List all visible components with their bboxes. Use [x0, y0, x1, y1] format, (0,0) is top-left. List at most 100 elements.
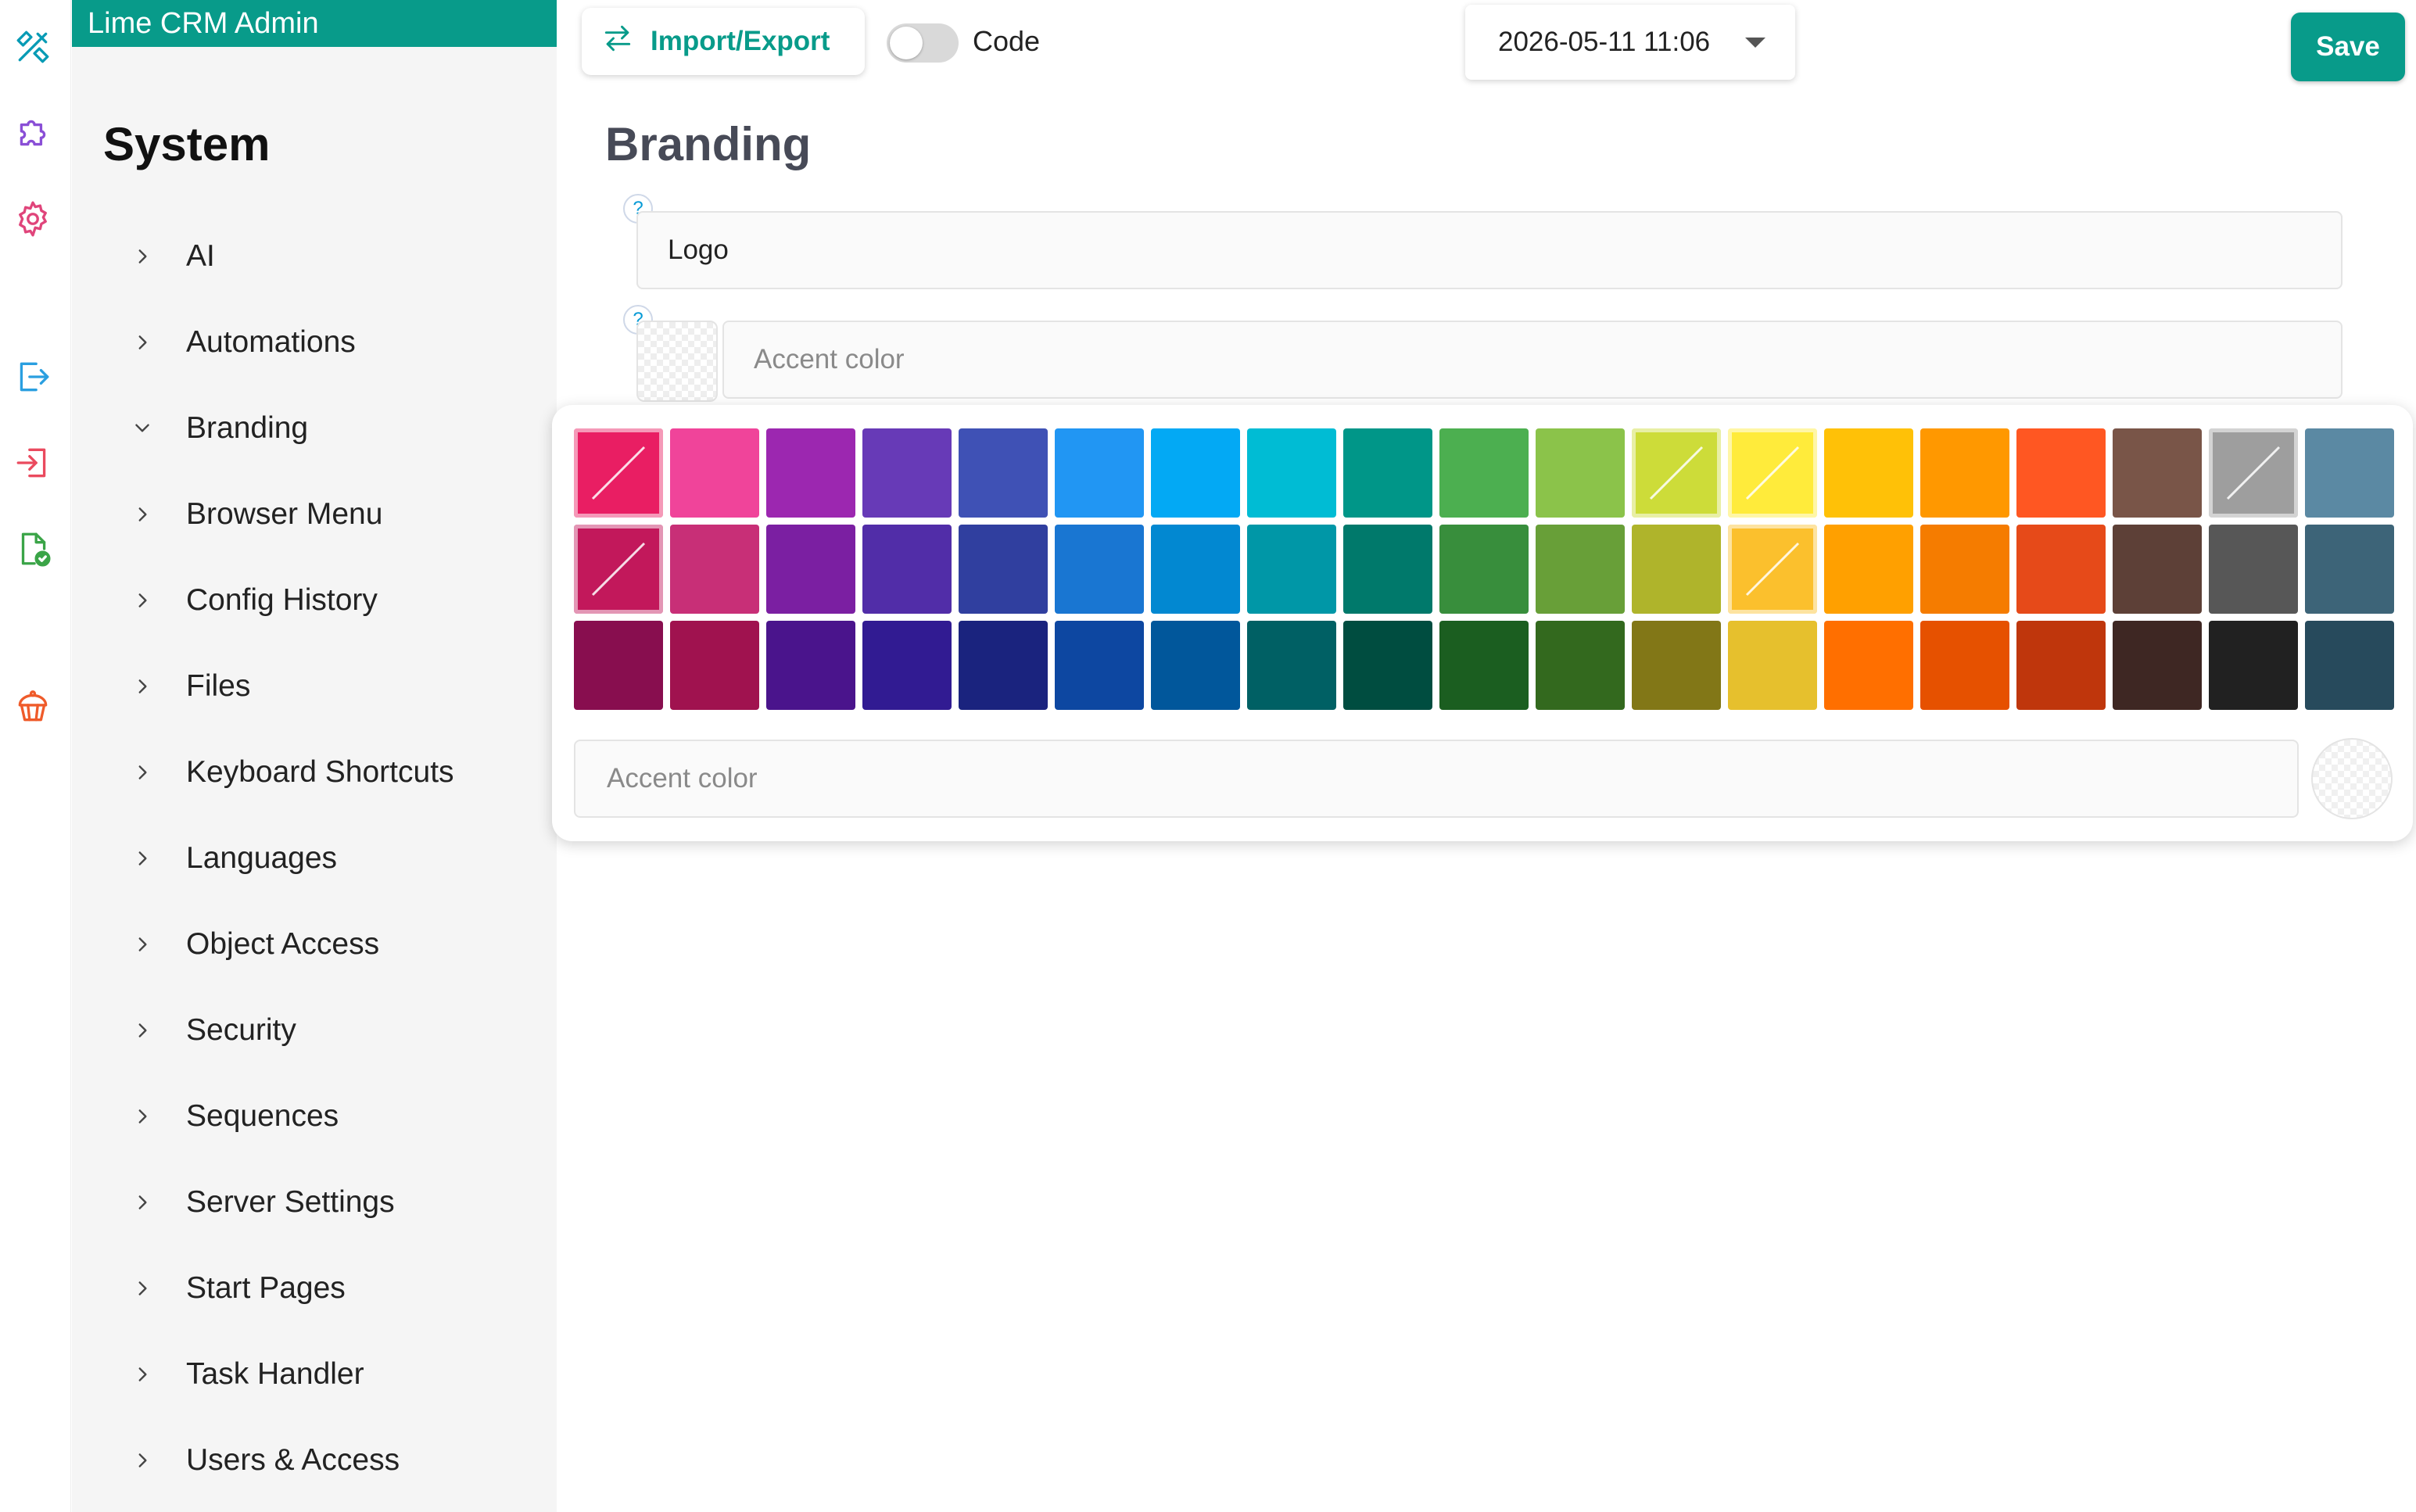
- color-swatch[interactable]: [2016, 525, 2106, 614]
- palette-accent-color-input[interactable]: Accent color: [574, 740, 2299, 818]
- sidebar-item-start-pages[interactable]: Start Pages: [127, 1265, 346, 1312]
- color-swatch[interactable]: [1536, 525, 1625, 614]
- sidebar-item-sequences[interactable]: Sequences: [127, 1093, 339, 1140]
- sign-in-icon[interactable]: [11, 441, 55, 485]
- color-swatch[interactable]: [2305, 428, 2394, 518]
- color-swatch[interactable]: [1055, 621, 1144, 710]
- color-swatch[interactable]: [1728, 621, 1817, 710]
- color-swatch[interactable]: [862, 621, 952, 710]
- color-swatch[interactable]: [1247, 525, 1336, 614]
- color-swatch[interactable]: [1343, 525, 1432, 614]
- cupcake-icon[interactable]: [11, 685, 55, 729]
- sidebar-item-browser-menu[interactable]: Browser Menu: [127, 491, 382, 538]
- color-swatch[interactable]: [1920, 428, 2009, 518]
- sidebar-item-object-access[interactable]: Object Access: [127, 921, 379, 968]
- chevron-right-icon: [127, 843, 158, 874]
- color-swatch[interactable]: [1247, 621, 1336, 710]
- sidebar-item-files[interactable]: Files: [127, 663, 250, 710]
- code-toggle-label: Code: [973, 25, 1041, 57]
- page-title: Branding: [605, 118, 812, 170]
- color-swatch[interactable]: [959, 621, 1048, 710]
- color-swatch[interactable]: [1824, 525, 1913, 614]
- color-swatch[interactable]: [1632, 428, 1721, 518]
- color-swatch[interactable]: [1055, 428, 1144, 518]
- chevron-right-icon: [127, 585, 158, 616]
- sidebar-item-server-settings[interactable]: Server Settings: [127, 1179, 395, 1226]
- color-swatch[interactable]: [959, 525, 1048, 614]
- import-export-button[interactable]: Import/Export: [582, 8, 865, 75]
- color-swatch[interactable]: [1343, 428, 1432, 518]
- tools-icon[interactable]: [11, 25, 55, 69]
- color-palette-popover: Accent color: [552, 405, 2413, 841]
- version-date-select[interactable]: 2026-05-11 11:06: [1465, 5, 1795, 80]
- color-swatch[interactable]: [959, 428, 1048, 518]
- accent-color-field[interactable]: Accent color: [722, 321, 2343, 399]
- color-swatch[interactable]: [1343, 621, 1432, 710]
- save-button[interactable]: Save: [2291, 13, 2405, 81]
- puzzle-icon[interactable]: [11, 111, 55, 155]
- color-swatch[interactable]: [1055, 525, 1144, 614]
- color-swatch[interactable]: [1151, 525, 1240, 614]
- version-date-value: 2026-05-11 11:06: [1498, 27, 1711, 57]
- color-swatch[interactable]: [1536, 621, 1625, 710]
- chevron-right-icon: [127, 1187, 158, 1218]
- color-swatch[interactable]: [2113, 428, 2202, 518]
- color-swatch[interactable]: [2305, 621, 2394, 710]
- color-swatch[interactable]: [1536, 428, 1625, 518]
- gear-icon[interactable]: [11, 197, 55, 241]
- accent-color-swatch[interactable]: [636, 321, 718, 402]
- code-toggle[interactable]: [887, 23, 959, 63]
- sidebar-item-automations[interactable]: Automations: [127, 319, 356, 366]
- color-swatch[interactable]: [574, 428, 663, 518]
- color-swatch[interactable]: [2113, 621, 2202, 710]
- sidebar-item-label: Languages: [186, 841, 338, 875]
- sidebar-item-task-handler[interactable]: Task Handler: [127, 1351, 364, 1398]
- color-swatch[interactable]: [1728, 428, 1817, 518]
- sidebar-item-security[interactable]: Security: [127, 1007, 296, 1054]
- color-swatch[interactable]: [1439, 428, 1529, 518]
- sidebar-item-config-history[interactable]: Config History: [127, 577, 378, 624]
- color-swatch[interactable]: [2305, 525, 2394, 614]
- color-swatch[interactable]: [2016, 621, 2106, 710]
- color-swatch[interactable]: [766, 621, 855, 710]
- color-swatch[interactable]: [862, 525, 952, 614]
- color-swatch[interactable]: [2209, 428, 2298, 518]
- color-swatch[interactable]: [670, 621, 759, 710]
- color-swatch[interactable]: [1728, 525, 1817, 614]
- color-swatch[interactable]: [1151, 621, 1240, 710]
- color-swatch[interactable]: [1824, 428, 1913, 518]
- sidebar-item-branding[interactable]: Branding: [127, 405, 308, 452]
- app-rail: [0, 0, 71, 1512]
- color-swatch[interactable]: [1824, 621, 1913, 710]
- color-swatch[interactable]: [1632, 621, 1721, 710]
- color-swatch[interactable]: [574, 525, 663, 614]
- sidebar-item-label: Browser Menu: [186, 497, 383, 531]
- color-swatch[interactable]: [1632, 525, 1721, 614]
- logo-field[interactable]: Logo: [636, 211, 2343, 289]
- chevron-right-icon: [127, 241, 158, 272]
- color-swatch[interactable]: [862, 428, 952, 518]
- color-swatch[interactable]: [766, 428, 855, 518]
- sidebar-item-keyboard-shortcuts[interactable]: Keyboard Shortcuts: [127, 749, 454, 796]
- color-swatch[interactable]: [1920, 621, 2009, 710]
- sidebar: Lime CRM Admin System AI Automations Brand…: [72, 0, 557, 1512]
- color-swatch[interactable]: [1439, 621, 1529, 710]
- sidebar-item-users-access[interactable]: Users & Access: [127, 1437, 400, 1484]
- file-check-icon[interactable]: [11, 527, 55, 571]
- color-swatch[interactable]: [2209, 621, 2298, 710]
- sidebar-item-ai[interactable]: AI: [127, 233, 215, 280]
- sign-out-icon[interactable]: [11, 355, 55, 399]
- color-swatch[interactable]: [1920, 525, 2009, 614]
- sidebar-item-label: Security: [186, 1013, 296, 1047]
- color-swatch[interactable]: [574, 621, 663, 710]
- color-swatch[interactable]: [766, 525, 855, 614]
- color-swatch[interactable]: [2016, 428, 2106, 518]
- color-swatch[interactable]: [2113, 525, 2202, 614]
- sidebar-item-languages[interactable]: Languages: [127, 835, 337, 882]
- color-swatch[interactable]: [1247, 428, 1336, 518]
- color-swatch[interactable]: [1151, 428, 1240, 518]
- color-swatch[interactable]: [670, 428, 759, 518]
- color-swatch[interactable]: [2209, 525, 2298, 614]
- color-swatch[interactable]: [1439, 525, 1529, 614]
- color-swatch[interactable]: [670, 525, 759, 614]
